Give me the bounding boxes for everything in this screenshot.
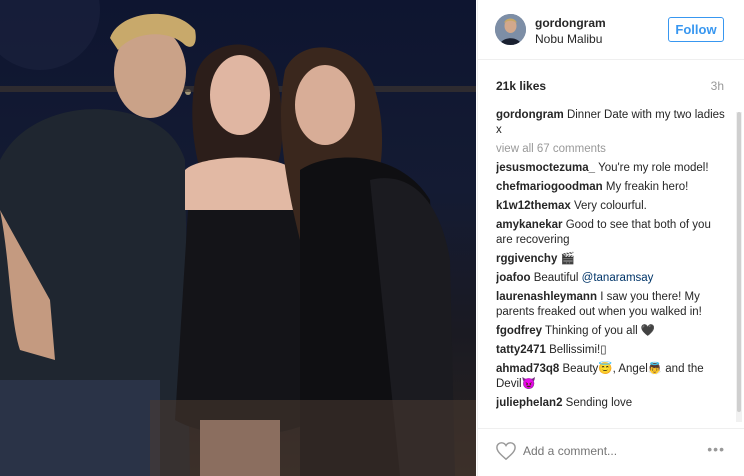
caption-username[interactable]: gordongram	[496, 109, 564, 121]
post-location[interactable]: Nobu Malibu	[535, 32, 602, 46]
avatar-image	[495, 14, 526, 45]
comment-username[interactable]: laurenashleymann	[496, 291, 597, 303]
more-options-icon[interactable]: •••	[707, 441, 725, 457]
post-photo-illustration	[0, 0, 476, 476]
comment-text: Thinking of you all 🖤	[545, 325, 656, 337]
comment-item: chefmariogoodman My freakin hero!	[496, 180, 728, 195]
view-all-comments-link[interactable]: view all 67 comments	[496, 142, 728, 157]
post-sidebar: gordongram Nobu Malibu Follow 21k likes …	[477, 0, 744, 476]
comment-username[interactable]: rggivenchy	[496, 253, 557, 265]
comment-item: tatty2471 Bellissimi!▯	[496, 343, 728, 358]
comment-item: fgodfrey Thinking of you all 🖤	[496, 324, 728, 339]
comment-username[interactable]: amykanekar	[496, 219, 563, 231]
comment-mention-link[interactable]: @tanaramsay	[582, 272, 654, 284]
comments-list: gordongram Dinner Date with my two ladie…	[496, 108, 728, 424]
heart-icon[interactable]	[495, 441, 517, 461]
avatar[interactable]	[495, 14, 526, 45]
add-comment-input[interactable]	[523, 442, 683, 460]
comment-item: jesusmoctezuma_ You're my role model!	[496, 161, 728, 176]
comment-username[interactable]: chefmariogoodman	[496, 181, 603, 193]
comment-item: ahmad73q8 Beauty😇, Angel👼 and the Devil😈	[496, 362, 728, 392]
follow-button[interactable]: Follow	[668, 17, 724, 42]
comment-text: Beautiful	[533, 272, 582, 284]
comment-username[interactable]: fgodfrey	[496, 325, 542, 337]
comment-username[interactable]: k1w12themax	[496, 200, 571, 212]
comment-username[interactable]: ahmad73q8	[496, 363, 559, 375]
comment-text: My freakin hero!	[605, 181, 689, 193]
likes-count[interactable]: 21k likes	[496, 79, 546, 93]
comment-text: You're my role model!	[598, 162, 709, 174]
comment-text: Sending love	[565, 397, 633, 409]
comment-username[interactable]: tatty2471	[496, 344, 546, 356]
comment-item: joafoo Beautiful @tanaramsay	[496, 271, 728, 286]
comments-scrollbar[interactable]	[736, 112, 742, 422]
comment-item: k1w12themax Very colourful.	[496, 199, 728, 214]
comment-item: amykanekar Good to see that both of you …	[496, 218, 728, 248]
comment-username[interactable]: joafoo	[496, 272, 531, 284]
post-header: gordongram Nobu Malibu Follow	[478, 0, 744, 60]
post-photo[interactable]	[0, 0, 476, 476]
comment-item: rggivenchy 🎬	[496, 252, 728, 267]
post-username[interactable]: gordongram	[535, 16, 606, 30]
caption: gordongram Dinner Date with my two ladie…	[496, 108, 728, 138]
comment-item: juliephelan2 Sending love	[496, 396, 728, 411]
post-time[interactable]: 3h	[711, 79, 724, 93]
comment-text: Bellissimi!▯	[549, 344, 607, 356]
comment-text: 🎬	[560, 253, 575, 265]
comment-username[interactable]: jesusmoctezuma_	[496, 162, 595, 174]
scrollbar-thumb[interactable]	[737, 112, 741, 412]
comment-item: laurenashleymann I saw you there! My par…	[496, 290, 728, 320]
comment-footer: •••	[478, 428, 744, 476]
comment-username[interactable]: juliephelan2	[496, 397, 562, 409]
comment-text: Very colourful.	[574, 200, 647, 212]
